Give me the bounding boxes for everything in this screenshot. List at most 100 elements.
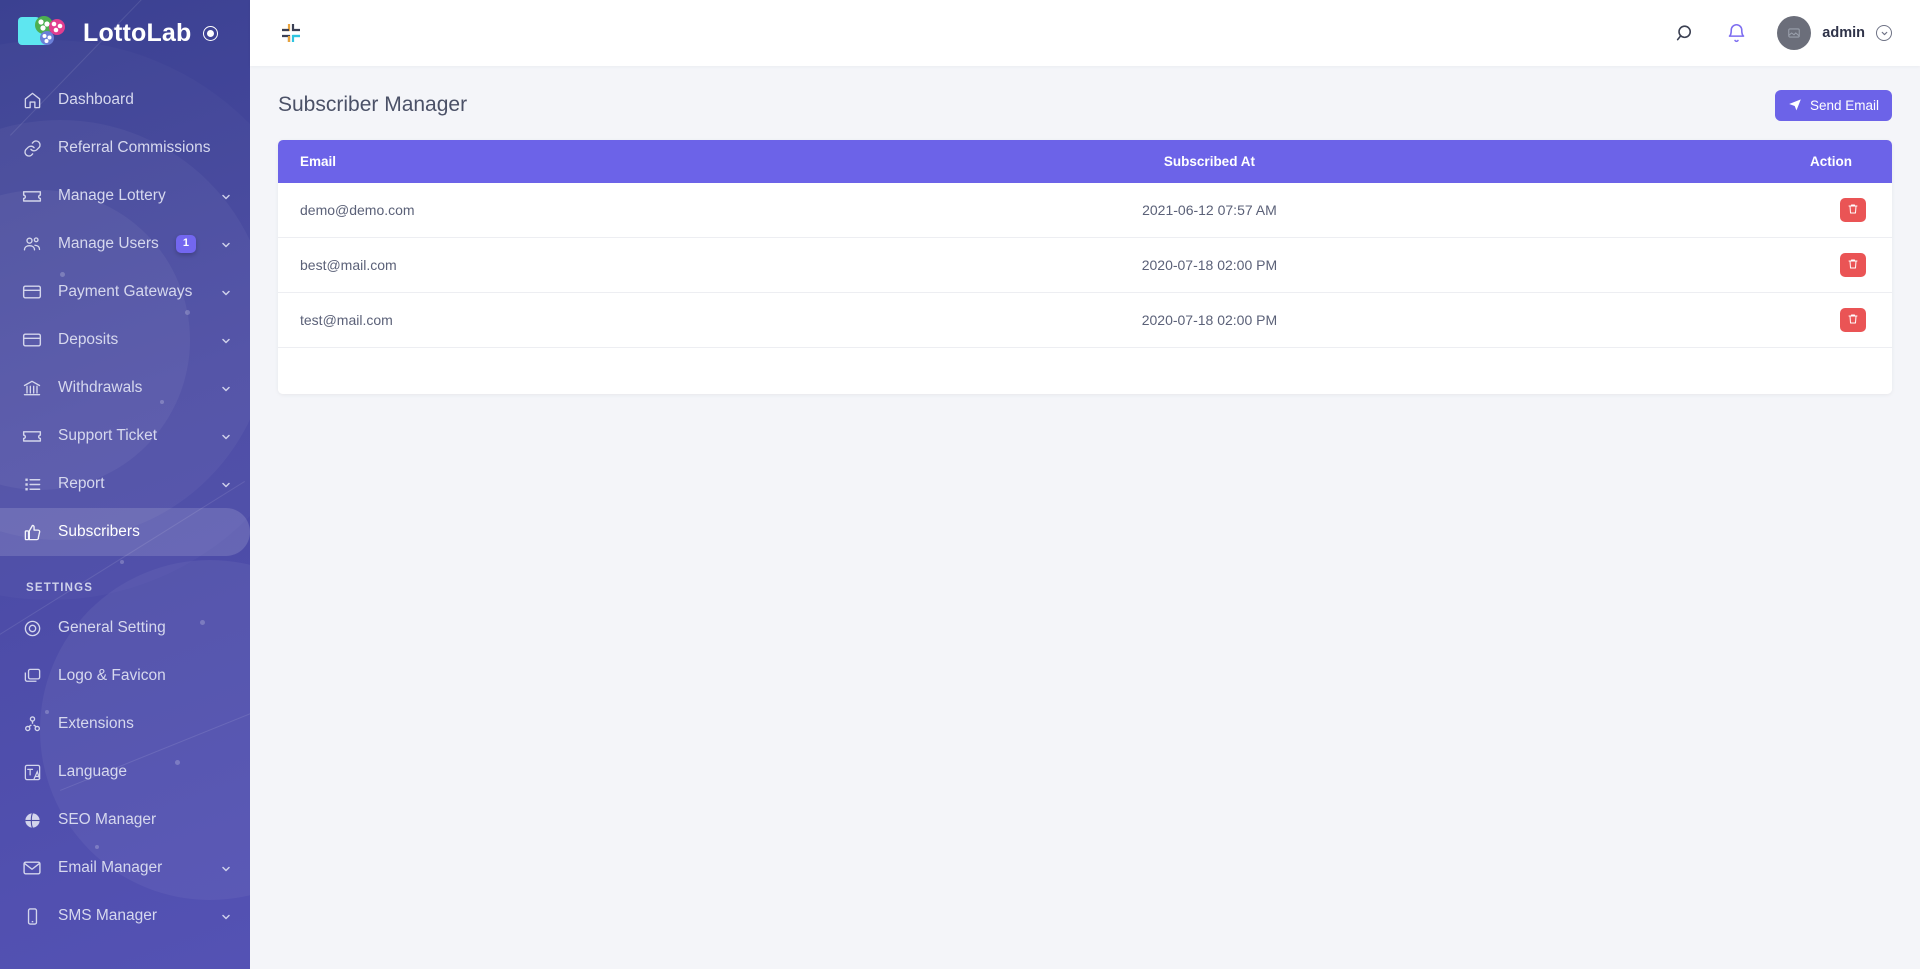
delete-button[interactable]	[1840, 308, 1866, 332]
sidebar-item-label: Deposits	[58, 331, 119, 348]
bank-icon	[22, 378, 42, 398]
sidebar-item-label: SMS Manager	[58, 907, 158, 924]
main-area: admin Subscriber Manager Send Email Emai…	[250, 0, 1920, 969]
sidebar-item-referral-commissions[interactable]: Referral Commissions	[0, 124, 250, 172]
table-footer	[278, 348, 1892, 394]
sidebar-item-payment-gateways[interactable]: Payment Gateways	[0, 268, 250, 316]
ticket-icon	[22, 426, 42, 446]
top-navbar: admin	[250, 0, 1920, 66]
chevron-down-icon	[220, 478, 232, 490]
sidebar-item-label: Extensions	[58, 715, 134, 732]
avatar	[1777, 16, 1812, 50]
sidebar-item-label: Subscribers	[58, 523, 140, 540]
lottolab-logo-icon	[14, 13, 76, 53]
sidebar-item-language[interactable]: Language	[0, 748, 250, 796]
credit-card-icon	[22, 282, 42, 302]
sidebar-item-general-setting[interactable]: General Setting	[0, 604, 250, 652]
envelope-icon	[22, 858, 42, 878]
table-header-row: Email Subscribed At Action	[278, 140, 1892, 183]
sidebar-item-label: Manage Users	[58, 235, 159, 252]
language-icon	[22, 762, 42, 782]
chevron-down-icon	[220, 430, 232, 442]
thumbs-up-icon	[22, 522, 42, 542]
registered-mark-icon	[202, 25, 218, 41]
cell-email: demo@demo.com	[278, 183, 901, 238]
sidebar-item-report[interactable]: Report	[0, 460, 250, 508]
trash-icon	[1847, 313, 1859, 328]
sidebar-item-deposits[interactable]: Deposits	[0, 316, 250, 364]
delete-button[interactable]	[1840, 198, 1866, 222]
send-email-button[interactable]: Send Email	[1774, 89, 1892, 121]
sidebar-item-support-ticket[interactable]: Support Ticket	[0, 412, 250, 460]
sidebar-item-label: Logo & Favicon	[58, 667, 166, 684]
sidebar-item-label: General Setting	[58, 619, 166, 636]
table-row: test@mail.com 2020-07-18 02:00 PM	[278, 292, 1892, 348]
sidebar-item-label: Referral Commissions	[58, 139, 211, 156]
sidebar-item-withdrawals[interactable]: Withdrawals	[0, 364, 250, 412]
brand-logo-area[interactable]: LottoLab	[0, 0, 250, 66]
sidebar-item-manage-lottery[interactable]: Manage Lottery	[0, 172, 250, 220]
mobile-icon	[22, 906, 42, 926]
sidebar-item-dashboard[interactable]: Dashboard	[0, 76, 250, 124]
delete-button[interactable]	[1840, 253, 1866, 277]
home-icon	[22, 90, 42, 110]
chevron-down-icon[interactable]	[1876, 25, 1892, 41]
chevron-down-icon	[220, 334, 232, 346]
subscribers-table-card: Email Subscribed At Action demo@demo.com…	[278, 140, 1892, 394]
cell-email: test@mail.com	[278, 292, 901, 348]
cell-action	[1518, 183, 1892, 238]
gear-icon	[22, 618, 42, 638]
search-icon[interactable]	[1675, 23, 1696, 44]
sidebar-section-settings: SETTINGS	[26, 582, 94, 594]
cell-action	[1518, 237, 1892, 293]
sidebar-item-manage-users[interactable]: Manage Users 1	[0, 220, 250, 268]
sidebar-item-label: Withdrawals	[58, 379, 143, 396]
ticket-icon	[22, 186, 42, 206]
sidebar-badge-count: 1	[175, 235, 196, 253]
page-title: Subscriber Manager	[278, 93, 468, 116]
sidebar-item-label: SEO Manager	[58, 811, 157, 828]
brand-name: LottoLab	[83, 18, 192, 47]
table-header: Email Subscribed At Action	[278, 140, 1892, 183]
column-header-subscribed-at: Subscribed At	[1163, 154, 1255, 169]
user-name-label: admin	[1822, 25, 1865, 41]
sidebar-item-label: Manage Lottery	[58, 187, 166, 204]
sidebar-item-seo-manager[interactable]: SEO Manager	[0, 796, 250, 844]
trash-icon	[1847, 203, 1859, 218]
table-body: demo@demo.com 2021-06-12 07:57 AM best@m…	[278, 183, 1892, 348]
cell-subscribed-at: 2020-07-18 02:00 PM	[900, 237, 1519, 293]
app-root: LottoLab Dashboard Referral Commissions	[0, 0, 1920, 969]
link-icon	[22, 138, 42, 158]
sidebar-item-subscribers[interactable]: Subscribers	[0, 508, 250, 556]
sidebar-item-label: Report	[58, 475, 105, 492]
table-row: demo@demo.com 2021-06-12 07:57 AM	[278, 183, 1892, 238]
send-email-label: Send Email	[1809, 97, 1879, 113]
topbar-actions: admin	[1675, 16, 1892, 50]
sidebar-item-logo-favicon[interactable]: Logo & Favicon	[0, 652, 250, 700]
sidebar-item-sms-manager[interactable]: SMS Manager	[0, 892, 250, 940]
cell-action	[1518, 292, 1892, 348]
list-icon	[22, 474, 42, 494]
cell-email: best@mail.com	[278, 237, 901, 293]
sidebar-menu: Dashboard Referral Commissions Manage Lo…	[0, 66, 250, 940]
sidebar-item-label: Email Manager	[58, 859, 163, 876]
nodes-icon	[22, 714, 42, 734]
column-header-action: Action	[1810, 154, 1852, 169]
page-header: Subscriber Manager Send Email	[278, 88, 1892, 122]
cell-subscribed-at: 2020-07-18 02:00 PM	[900, 292, 1519, 348]
trash-icon	[1847, 258, 1859, 273]
chevron-down-icon	[220, 862, 232, 874]
sidebar-item-label: Support Ticket	[58, 427, 158, 444]
user-menu[interactable]: admin	[1777, 16, 1892, 50]
chevron-down-icon	[220, 238, 232, 250]
sidebar-item-email-manager[interactable]: Email Manager	[0, 844, 250, 892]
chevron-down-icon	[220, 190, 232, 202]
chevron-down-icon	[220, 382, 232, 394]
images-icon	[22, 666, 42, 686]
table-row: best@mail.com 2020-07-18 02:00 PM	[278, 237, 1892, 293]
send-icon	[1788, 97, 1802, 114]
sidebar-item-extensions[interactable]: Extensions	[0, 700, 250, 748]
sidebar: LottoLab Dashboard Referral Commissions	[0, 0, 250, 969]
notification-bell-icon[interactable]	[1726, 23, 1747, 44]
collapse-sidebar-icon[interactable]	[278, 20, 304, 46]
